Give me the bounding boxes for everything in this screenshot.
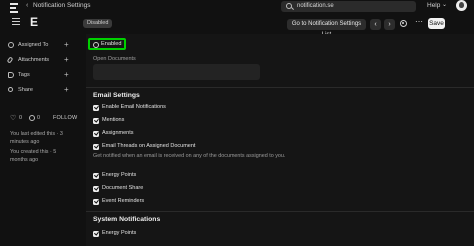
divider: [86, 211, 474, 212]
system-notifications-heading: System Notifications: [93, 216, 161, 223]
previous-button[interactable]: ‹: [370, 19, 381, 30]
add-icon[interactable]: +: [64, 85, 69, 94]
checkbox-checked-icon[interactable]: [93, 172, 99, 179]
add-icon[interactable]: +: [64, 40, 69, 49]
add-icon[interactable]: +: [64, 55, 69, 64]
sidebar-item-share[interactable]: Share +: [8, 85, 73, 95]
sidebar-item-assigned-to[interactable]: Assigned To +: [8, 40, 73, 50]
breadcrumb-separator-icon: ‹: [26, 2, 29, 9]
activity-created: You created this · 5 months ago: [10, 149, 57, 163]
search-icon: [286, 3, 292, 9]
next-button[interactable]: ›: [384, 19, 395, 30]
checkbox-checked-icon[interactable]: [93, 230, 99, 237]
avatar[interactable]: [456, 0, 467, 11]
checkbox-checked-icon[interactable]: [93, 185, 99, 192]
checkbox-label: Assignments: [102, 130, 134, 136]
checkbox-label: Energy Points: [102, 230, 137, 236]
checkbox-label: Event Reminders: [102, 198, 145, 204]
checkbox-label: Document Share: [102, 185, 144, 191]
checkbox-checked-icon[interactable]: [93, 143, 99, 150]
sidebar-item-label: Tags: [18, 71, 30, 78]
divider: [86, 87, 474, 88]
add-icon[interactable]: +: [64, 70, 69, 79]
save-button[interactable]: Save: [428, 18, 445, 29]
share-icon: [8, 87, 13, 92]
open-documents-label: Open Documents: [93, 56, 136, 62]
sidebar-item-label: Share: [18, 86, 33, 93]
checkbox-checked-icon[interactable]: [93, 117, 99, 124]
chevron-down-icon[interactable]: ⌄: [442, 1, 447, 8]
sidebar-item-label: Assigned To: [18, 41, 49, 48]
sidebar-item-attachments[interactable]: Attachments +: [6, 55, 73, 65]
checkbox-label: Enable Email Notifications: [102, 104, 166, 110]
checkbox-label: Mentions: [102, 117, 125, 123]
follow-button[interactable]: FOLLOW: [53, 115, 77, 121]
tag-icon: [8, 72, 14, 78]
activity-last-edited: You last edited this · 3 minutes ago: [10, 131, 63, 145]
checkbox-label: Email Threads on Assigned Document: [102, 143, 196, 149]
sidebar-item-tags[interactable]: Tags +: [8, 70, 73, 80]
enabled-label: Enabled: [101, 41, 122, 47]
status-badge: Disabled: [83, 19, 113, 28]
like-count: 0: [19, 115, 23, 121]
go-to-list-button[interactable]: Go to Notification Settings List: [287, 19, 366, 38]
paperclip-icon: [6, 56, 14, 64]
gear-icon[interactable]: [400, 20, 407, 27]
checkbox-checked-icon[interactable]: [93, 104, 99, 111]
enabled-toggle[interactable]: Enabled: [88, 38, 126, 50]
checkbox-label: Energy Points: [102, 172, 137, 178]
user-icon: [8, 42, 14, 48]
comment-icon[interactable]: [29, 115, 35, 121]
breadcrumb[interactable]: Notification Settings: [33, 2, 90, 9]
menu-icon[interactable]: [12, 18, 20, 26]
heart-icon[interactable]: ♡: [10, 114, 16, 122]
page-title: E: [30, 15, 39, 29]
checkbox-checked-icon[interactable]: [93, 198, 99, 205]
search-query: notification.se: [297, 2, 334, 9]
comment-count: 0: [37, 115, 41, 121]
help-menu[interactable]: Help: [427, 2, 440, 9]
search-input[interactable]: notification.se: [281, 1, 416, 12]
sidebar-item-label: Attachments: [18, 56, 50, 63]
email-threads-help-text: Get notified when an email is received o…: [93, 153, 286, 159]
app-logo-icon[interactable]: [10, 3, 19, 13]
open-documents-field[interactable]: [93, 64, 260, 80]
top-navbar: ‹ Notification Settings notification.se …: [0, 0, 474, 13]
toggle-circle-icon: [93, 41, 99, 48]
more-options-icon[interactable]: ⋯: [415, 17, 423, 26]
checkbox-checked-icon[interactable]: [93, 130, 99, 137]
email-settings-heading: Email Settings: [93, 92, 140, 99]
